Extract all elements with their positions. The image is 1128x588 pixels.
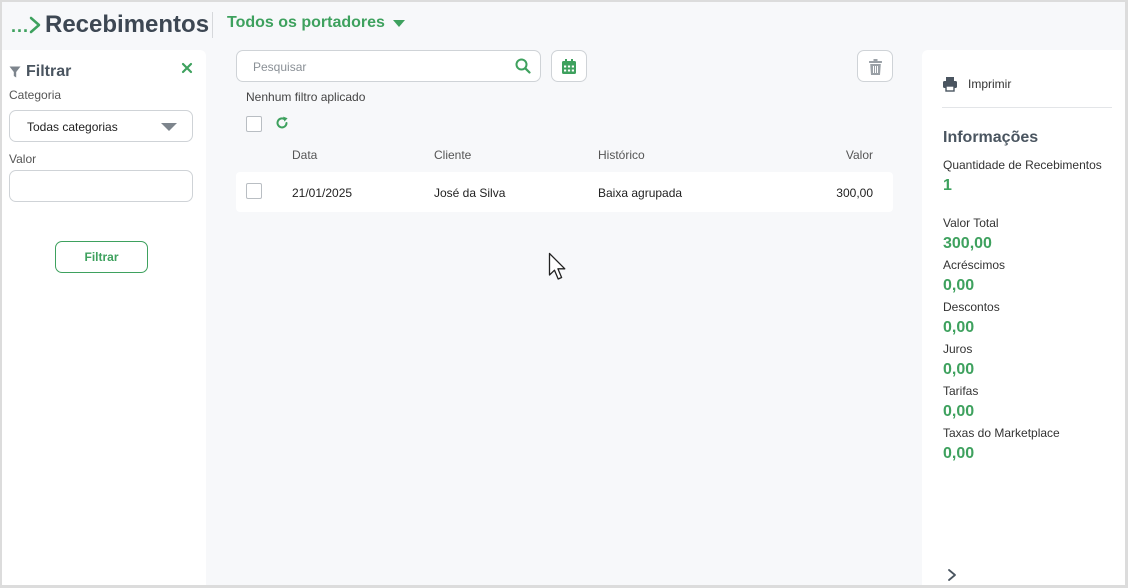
info-panel: Imprimir Informações Quantidade de Receb… bbox=[922, 50, 1125, 585]
search-input[interactable]: Pesquisar bbox=[236, 50, 541, 82]
chevron-right-icon[interactable] bbox=[947, 568, 957, 582]
filter-header: Filtrar bbox=[9, 63, 71, 81]
info-value-quantidade: 1 bbox=[943, 177, 952, 194]
portador-dropdown[interactable]: Todos os portadores bbox=[227, 14, 405, 32]
info-label-quantidade: Quantidade de Recebimentos bbox=[943, 158, 1102, 172]
caret-down-icon bbox=[161, 123, 177, 131]
column-header-cliente[interactable]: Cliente bbox=[434, 148, 471, 162]
info-value-acrescimos: 0,00 bbox=[943, 277, 975, 294]
header-divider bbox=[212, 12, 213, 38]
row-cliente-cell: José da Silva bbox=[434, 186, 506, 200]
app-frame: ... Recebimentos Todos os portadores Fil… bbox=[2, 2, 1125, 585]
info-label-valor-total: Valor Total bbox=[943, 216, 999, 230]
refresh-icon[interactable] bbox=[275, 116, 289, 130]
page-title: Recebimentos bbox=[45, 11, 210, 38]
calendar-button[interactable] bbox=[551, 50, 587, 82]
valor-label: Valor bbox=[9, 152, 37, 166]
filtrar-button[interactable]: Filtrar bbox=[55, 241, 148, 273]
column-header-historico[interactable]: Histórico bbox=[598, 148, 645, 162]
header: ... Recebimentos Todos os portadores bbox=[2, 2, 1125, 48]
row-data-cell: 21/01/2025 bbox=[292, 186, 353, 200]
info-divider bbox=[942, 107, 1112, 108]
calendar-icon bbox=[562, 59, 576, 74]
caret-down-icon bbox=[392, 19, 405, 27]
no-filter-text: Nenhum filtro aplicado bbox=[246, 90, 366, 104]
info-value-descontos: 0,00 bbox=[943, 319, 975, 336]
info-label-acrescimos: Acréscimos bbox=[943, 258, 1006, 272]
trash-icon bbox=[869, 59, 882, 75]
row-checkbox[interactable] bbox=[246, 183, 262, 199]
info-value-taxas-marketplace: 0,00 bbox=[943, 445, 975, 462]
printer-icon bbox=[943, 77, 957, 92]
print-label: Imprimir bbox=[968, 77, 1012, 91]
info-label-descontos: Descontos bbox=[943, 300, 1000, 314]
info-value-juros: 0,00 bbox=[943, 361, 975, 378]
print-button[interactable]: Imprimir bbox=[942, 76, 1011, 92]
select-all-checkbox[interactable] bbox=[246, 116, 262, 132]
portador-label: Todos os portadores bbox=[227, 14, 385, 31]
info-value-tarifas: 0,00 bbox=[943, 403, 975, 420]
column-header-valor[interactable]: Valor bbox=[782, 148, 873, 162]
categoria-label: Categoria bbox=[9, 88, 62, 102]
info-label-tarifas: Tarifas bbox=[943, 384, 979, 398]
breadcrumb-dots[interactable]: ... bbox=[11, 16, 29, 37]
mouse-cursor-icon bbox=[548, 252, 566, 280]
categoria-select[interactable]: Todas categorias bbox=[9, 110, 193, 142]
filter-title: Filtrar bbox=[26, 63, 72, 80]
valor-input[interactable] bbox=[9, 170, 193, 202]
info-title: Informações bbox=[943, 129, 1039, 146]
info-label-juros: Juros bbox=[943, 342, 973, 356]
filter-icon bbox=[9, 66, 21, 78]
categoria-value: Todas categorias bbox=[27, 120, 118, 134]
column-header-data[interactable]: Data bbox=[292, 148, 317, 162]
row-valor-cell: 300,00 bbox=[836, 186, 873, 200]
search-placeholder: Pesquisar bbox=[253, 60, 307, 74]
chevron-right-icon bbox=[29, 16, 41, 34]
filter-panel: Filtrar Categoria Todas categorias Valor… bbox=[2, 50, 206, 585]
delete-button[interactable] bbox=[857, 50, 893, 82]
search-icon[interactable] bbox=[515, 58, 531, 74]
info-label-taxas-marketplace: Taxas do Marketplace bbox=[943, 426, 1060, 440]
row-historico-cell: Baixa agrupada bbox=[598, 186, 683, 200]
info-value-valor-total: 300,00 bbox=[943, 235, 992, 252]
close-icon[interactable] bbox=[180, 61, 194, 75]
